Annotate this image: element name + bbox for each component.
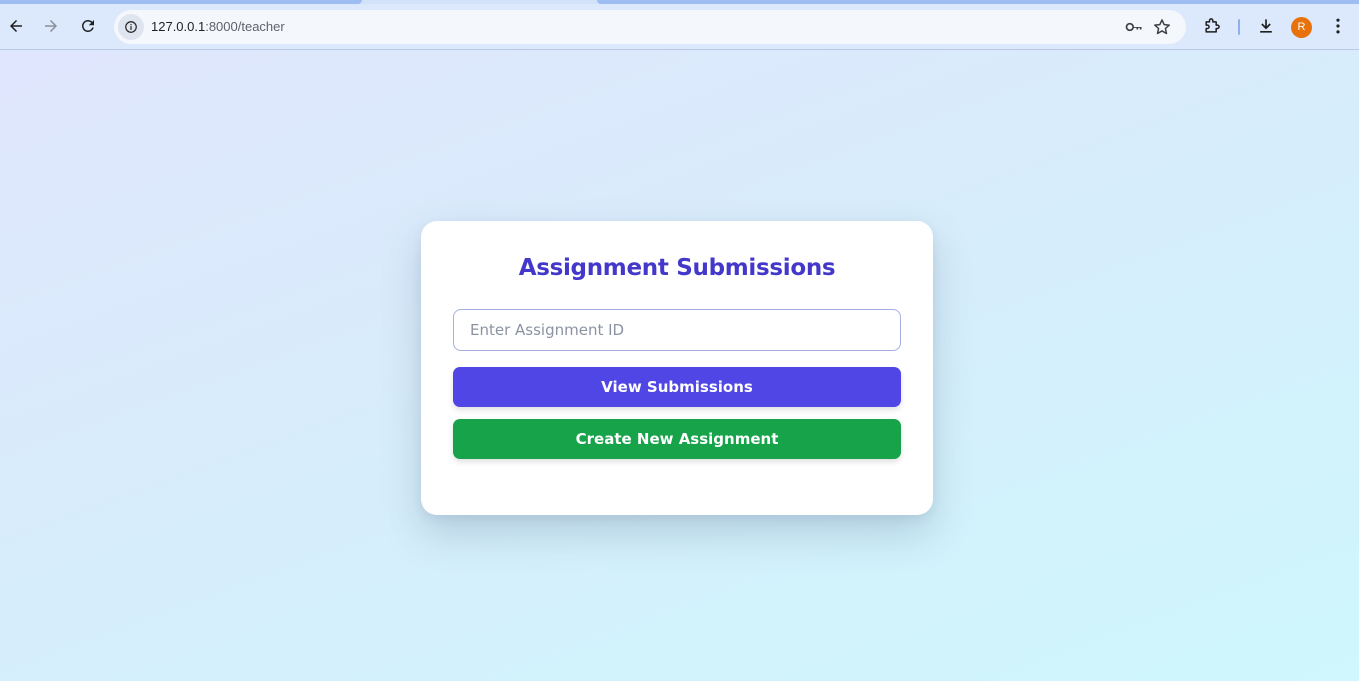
view-submissions-button[interactable]: View Submissions xyxy=(453,367,901,407)
profile-avatar[interactable]: R xyxy=(1291,17,1312,38)
puzzle-icon xyxy=(1205,18,1220,33)
arrow-right-icon xyxy=(45,20,57,32)
info-icon xyxy=(125,21,137,33)
url-path: :8000/teacher xyxy=(205,19,285,34)
bookmark-button[interactable] xyxy=(1152,17,1172,37)
browser-menu-button[interactable] xyxy=(1323,11,1353,41)
download-icon xyxy=(1260,19,1272,33)
site-info-button[interactable] xyxy=(118,14,144,40)
arrow-left-icon xyxy=(10,20,22,32)
reload-button[interactable] xyxy=(73,11,103,41)
toolbar-divider xyxy=(1238,19,1240,35)
url-text[interactable]: 127.0.0.1:8000/teacher xyxy=(151,10,285,44)
kebab-menu-icon xyxy=(1336,18,1340,34)
browser-toolbar: 127.0.0.1:8000/teacher R xyxy=(0,4,1359,50)
forward-button[interactable] xyxy=(36,11,66,41)
page-viewport: Assignment Submissions View Submissions … xyxy=(0,51,1359,681)
star-icon xyxy=(1154,19,1170,35)
assignment-id-input[interactable] xyxy=(453,309,901,351)
key-icon xyxy=(1125,22,1142,32)
reload-icon xyxy=(81,19,94,32)
extensions-button[interactable] xyxy=(1197,11,1227,41)
create-assignment-button[interactable]: Create New Assignment xyxy=(453,419,901,459)
page-title: Assignment Submissions xyxy=(518,255,836,281)
password-button[interactable] xyxy=(1124,17,1144,37)
downloads-button[interactable] xyxy=(1251,11,1281,41)
address-bar[interactable]: 127.0.0.1:8000/teacher xyxy=(114,10,1186,44)
submissions-card: Assignment Submissions View Submissions … xyxy=(421,221,933,515)
back-button[interactable] xyxy=(1,11,31,41)
url-host: 127.0.0.1 xyxy=(151,19,206,34)
